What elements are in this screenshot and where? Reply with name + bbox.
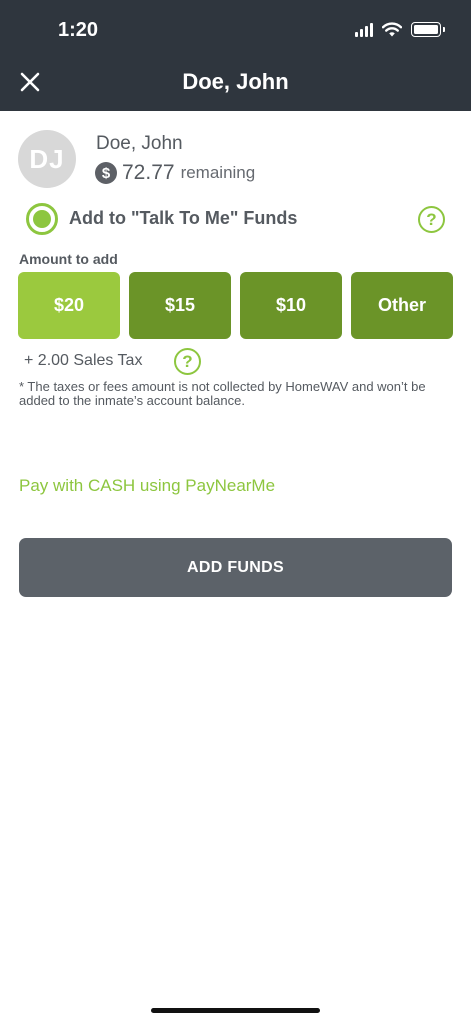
status-icons bbox=[355, 22, 445, 37]
balance-amount: 72.77 bbox=[122, 161, 175, 184]
page-title: Doe, John bbox=[182, 69, 289, 94]
add-funds-button[interactable]: ADD FUNDS bbox=[19, 538, 452, 597]
avatar: DJ bbox=[18, 130, 76, 188]
top-bar: 1:20 Doe, John bbox=[0, 0, 471, 111]
cellular-signal-icon bbox=[355, 22, 373, 37]
wifi-icon bbox=[382, 22, 402, 37]
amount-option-other[interactable]: Other bbox=[351, 272, 453, 339]
home-indicator bbox=[151, 1008, 320, 1013]
radio-selected-icon bbox=[33, 210, 51, 228]
user-name: Doe, John bbox=[96, 133, 183, 154]
amount-option-10[interactable]: $10 bbox=[240, 272, 342, 339]
fund-option-label: Add to "Talk To Me" Funds bbox=[69, 208, 298, 228]
status-time: 1:20 bbox=[58, 19, 99, 41]
amount-heading: Amount to add bbox=[19, 251, 118, 267]
sales-tax-text: + 2.00 Sales Tax bbox=[24, 352, 143, 369]
amount-option-15[interactable]: $15 bbox=[129, 272, 231, 339]
balance-label: remaining bbox=[180, 163, 256, 182]
balance-row: $ 72.77 remaining bbox=[95, 161, 255, 185]
fund-radio-button[interactable] bbox=[26, 203, 58, 235]
battery-icon bbox=[411, 22, 445, 37]
amount-option-20[interactable]: $20 bbox=[18, 272, 120, 339]
tax-disclaimer: * The taxes or fees amount is not collec… bbox=[19, 379, 426, 408]
tax-help-icon[interactable]: ? bbox=[174, 348, 201, 375]
fund-help-icon[interactable]: ? bbox=[418, 206, 445, 233]
paynearme-cash-link[interactable]: Pay with CASH using PayNearMe bbox=[19, 476, 275, 496]
dollar-circle-icon: $ bbox=[95, 162, 117, 184]
